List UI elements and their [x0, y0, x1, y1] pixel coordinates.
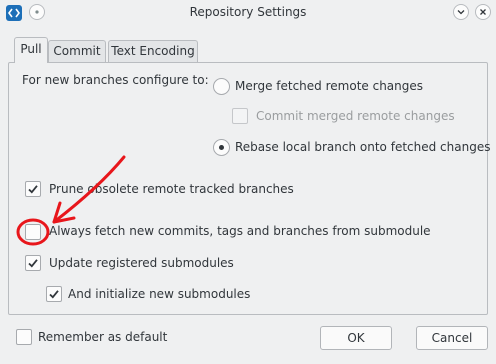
tab-commit[interactable]: Commit	[48, 40, 106, 62]
cancel-button[interactable]: Cancel	[416, 326, 488, 350]
commit-merged-checkbox[interactable]	[232, 108, 248, 124]
merge-radio-label[interactable]: Merge fetched remote changes	[235, 79, 423, 93]
rebase-radio-label[interactable]: Rebase local branch onto fetched changes	[235, 140, 490, 154]
configure-label: For new branches configure to:	[22, 73, 209, 87]
checkmark-icon	[49, 290, 59, 299]
window-title: Repository Settings	[189, 5, 307, 19]
minimize-button[interactable]	[453, 4, 469, 20]
radio-selected-dot	[219, 145, 224, 150]
init-submodules-label[interactable]: And initialize new submodules	[68, 287, 250, 301]
remember-default-checkbox[interactable]	[16, 329, 32, 345]
minimize-icon	[457, 10, 465, 15]
rebase-radio[interactable]	[213, 139, 230, 156]
merge-radio[interactable]	[213, 78, 230, 95]
close-icon	[480, 9, 486, 15]
always-fetch-checkbox[interactable]	[25, 224, 41, 240]
checkmark-icon	[28, 185, 38, 194]
prune-checkbox[interactable]	[25, 181, 41, 197]
ok-button[interactable]: OK	[320, 326, 392, 350]
tab-pull[interactable]: Pull	[14, 37, 48, 63]
checkmark-icon	[28, 259, 38, 268]
always-fetch-label[interactable]: Always fetch new commits, tags and branc…	[49, 224, 431, 238]
close-button[interactable]	[475, 4, 491, 20]
update-submodules-label[interactable]: Update registered submodules	[49, 256, 234, 270]
pull-tab-panel: For new branches configure to: Merge fet…	[8, 62, 490, 315]
prune-label[interactable]: Prune obsolete remote tracked branches	[49, 182, 294, 196]
remember-default-label[interactable]: Remember as default	[38, 330, 167, 344]
commit-merged-label[interactable]: Commit merged remote changes	[256, 109, 455, 123]
update-submodules-checkbox[interactable]	[25, 255, 41, 271]
title-bar: Repository Settings	[0, 0, 496, 26]
init-submodules-checkbox[interactable]	[46, 286, 62, 302]
tab-text-encoding[interactable]: Text Encoding	[108, 40, 198, 62]
